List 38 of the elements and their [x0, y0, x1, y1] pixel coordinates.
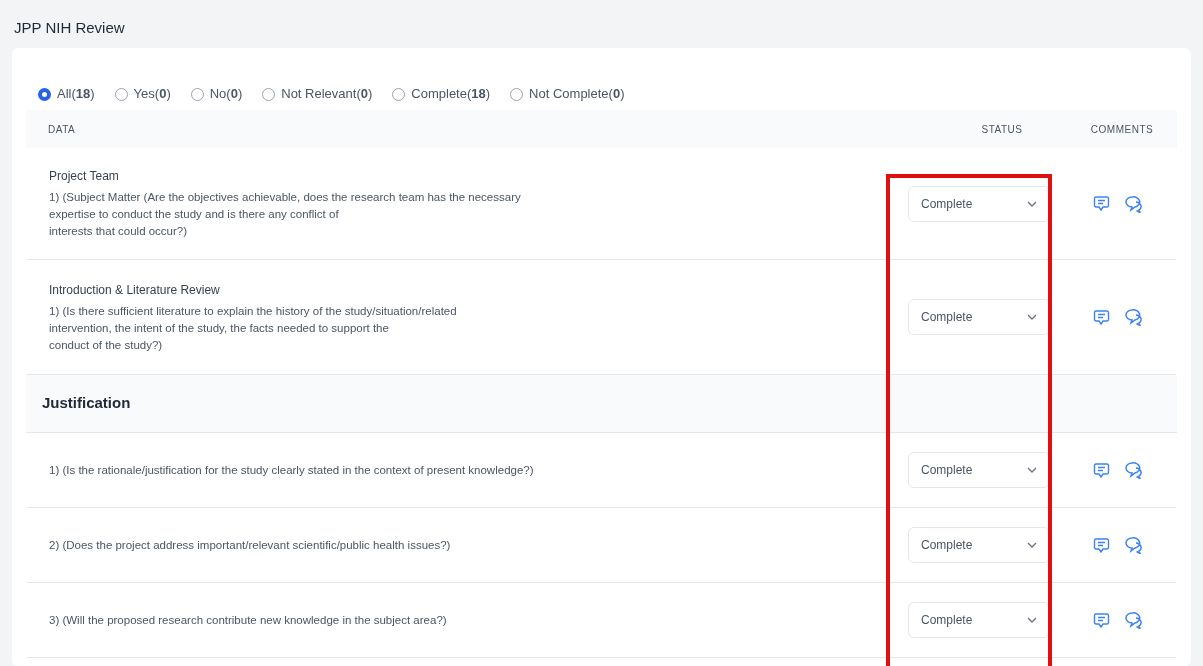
chevron-down-icon	[1027, 314, 1037, 320]
question-text: 1) (Is there sufficient literature to explain the history of the study/situation/related intervention, the intent of the study, the facts needed to support the conduct of the study?)	[49, 303, 457, 353]
question-text: 2) (Does the project address important/relevant scientific/public health issues?)	[49, 537, 451, 553]
chat-bubbles-icon[interactable]	[1123, 536, 1144, 554]
chat-bubbles-icon[interactable]	[1123, 611, 1144, 629]
filter-radio[interactable]: Yes(0)	[114, 84, 171, 104]
filter-radio[interactable]: No(0)	[190, 84, 243, 104]
status-dropdown[interactable]: Complete	[908, 452, 1050, 488]
question-text: 1) (Subject Matter (Are the objectives achievable, does the research team has the necessary expertise to conduct the study and is there any conflict of interests that could occur?)	[49, 190, 521, 239]
comments-column-header: COMMENTS	[1090, 123, 1154, 135]
comment-icon[interactable]	[1092, 308, 1110, 326]
filter-radio[interactable]: Complete(18)	[392, 84, 491, 104]
status-column-header: STATUS	[981, 123, 1023, 135]
chat-bubbles-icon[interactable]	[1123, 308, 1144, 326]
page-title: JPP NIH Review	[14, 19, 125, 36]
question-group-title: Project Team	[49, 168, 120, 185]
status-dropdown[interactable]: Complete	[908, 602, 1050, 638]
question-text: 3) (Will the proposed research contribute new knowledge in the subject area?)	[49, 612, 447, 628]
filter-radio[interactable]: All(18)	[38, 84, 95, 104]
question-text: 1) (Is the rationale/justification for the study clearly stated in the context of present knowledge?)	[49, 462, 534, 478]
data-column-header: DATA	[48, 123, 76, 135]
chat-bubbles-icon[interactable]	[1123, 194, 1144, 213]
chat-bubbles-icon[interactable]	[1123, 461, 1144, 479]
section-heading: Justification	[42, 393, 131, 414]
comment-icon[interactable]	[1092, 461, 1110, 479]
question-group-title: Introduction & Literature Review	[49, 281, 221, 299]
status-dropdown[interactable]: Complete	[908, 185, 1050, 222]
status-dropdown[interactable]: Complete	[908, 299, 1050, 335]
filter-radio[interactable]: Not Relevant(0)	[262, 84, 373, 104]
filter-radio[interactable]: Not Complete(0)	[510, 84, 625, 104]
comment-icon[interactable]	[1092, 611, 1110, 629]
comment-icon[interactable]	[1092, 536, 1110, 554]
chevron-down-icon	[1027, 200, 1037, 207]
status-dropdown[interactable]: Complete	[908, 527, 1050, 563]
chevron-down-icon	[1027, 617, 1037, 623]
comment-icon[interactable]	[1092, 195, 1110, 212]
chevron-down-icon	[1027, 467, 1037, 473]
chevron-down-icon	[1027, 542, 1037, 548]
